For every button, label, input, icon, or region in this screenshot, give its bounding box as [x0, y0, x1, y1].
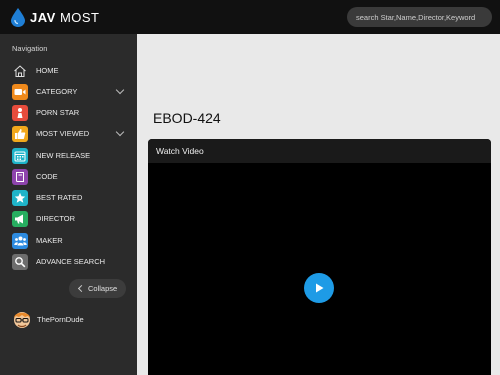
chevron-down-icon — [115, 127, 125, 137]
chevron-down-icon — [115, 85, 125, 95]
group-icon — [12, 232, 28, 249]
sidebar-item-label: MAKER — [36, 236, 63, 245]
star-icon — [12, 189, 28, 206]
collapse-button[interactable]: Collapse — [69, 279, 126, 298]
water-drop-icon — [11, 7, 25, 27]
megaphone-icon — [12, 210, 28, 227]
sidebar-item-label: MOST VIEWED — [36, 129, 90, 138]
sidebar-item-new-release[interactable]: NEW RELEASE — [0, 145, 137, 166]
sidebar-item-maker[interactable]: MAKER — [0, 230, 137, 251]
player-heading: Watch Video — [148, 139, 491, 163]
top-bar: JAV MOST — [0, 0, 500, 34]
chevron-left-icon — [77, 284, 86, 293]
site-logo[interactable]: JAV MOST — [11, 7, 100, 27]
sidebar-item-label: NEW RELEASE — [36, 151, 91, 160]
collapse-label: Collapse — [88, 284, 118, 293]
sidebar-item-category[interactable]: CATEGORY — [0, 81, 137, 102]
partner-link[interactable]: ThePornDude — [12, 309, 84, 329]
partner-label: ThePornDude — [37, 314, 84, 324]
play-icon — [316, 283, 324, 293]
home-icon — [12, 63, 28, 79]
video-player[interactable]: Watch Video — [148, 139, 491, 375]
sidebar-item-label: CATEGORY — [36, 87, 78, 96]
sidebar-item-porn-star[interactable]: PORN STAR — [0, 102, 137, 123]
person-icon — [12, 104, 28, 121]
navigation-heading: Navigation — [12, 44, 48, 53]
sidebar-item-label: ADVANCE SEARCH — [36, 257, 106, 266]
book-icon — [12, 168, 28, 185]
sidebar-item-label: PORN STAR — [36, 108, 80, 117]
logo-text: JAV MOST — [30, 9, 100, 25]
sidebar-item-advance-search[interactable]: ADVANCE SEARCH — [0, 251, 137, 272]
sidebar-item-label: DIRECTOR — [36, 214, 76, 223]
page-title: EBOD-424 — [153, 110, 221, 126]
sidebar-item-most-viewed[interactable]: MOST VIEWED — [0, 123, 137, 144]
search-input[interactable] — [347, 7, 492, 27]
sidebar-item-label: BEST RATED — [36, 193, 83, 202]
sidebar-item-label: CODE — [36, 172, 58, 181]
search-icon — [12, 253, 28, 270]
sidebar-item-label: HOME — [36, 66, 59, 75]
thumbs-up-icon — [12, 125, 28, 142]
sidebar: Navigation HOME CATEGORY PORN STAR MOST … — [0, 34, 137, 375]
play-button[interactable] — [304, 273, 334, 303]
sidebar-item-director[interactable]: DIRECTOR — [0, 208, 137, 229]
sidebar-item-code[interactable]: CODE — [0, 166, 137, 187]
video-camera-icon — [12, 83, 28, 100]
sidebar-item-best-rated[interactable]: BEST RATED — [0, 187, 137, 208]
sidebar-item-home[interactable]: HOME — [0, 60, 137, 81]
porndude-avatar-icon — [14, 312, 30, 328]
calendar-icon — [12, 147, 28, 164]
